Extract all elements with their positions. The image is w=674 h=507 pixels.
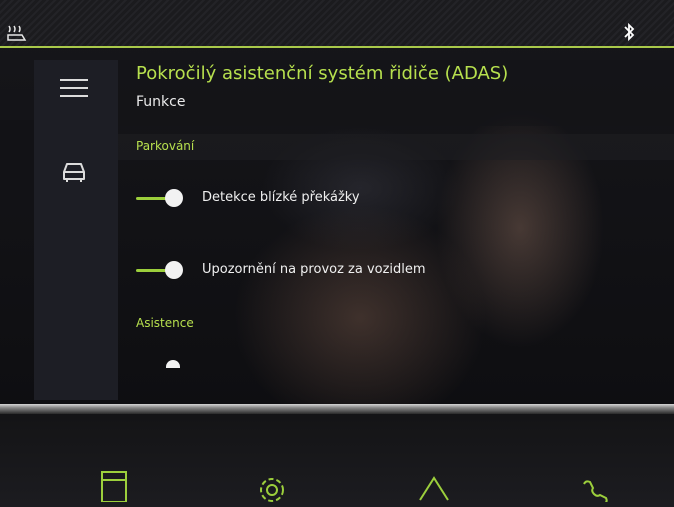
car-icon[interactable] [60, 158, 88, 184]
section-header-bar [118, 134, 674, 160]
media-icon[interactable] [98, 466, 134, 503]
seat-heat-icon[interactable] [6, 24, 28, 42]
side-navigation [34, 60, 118, 400]
status-bar [0, 0, 674, 48]
screen-bezel [0, 404, 674, 414]
toggle-obstacle-detection[interactable] [136, 188, 186, 208]
toggle-knob [165, 189, 183, 207]
adas-settings-screen: Pokročilý asistenční systém řidiče (ADAS… [0, 0, 674, 410]
toggle-knob-partial[interactable] [166, 360, 180, 368]
page-title: Pokročilý asistenční systém řidiče (ADAS… [136, 63, 509, 84]
navigation-icon[interactable] [416, 466, 452, 502]
section-label-assistance: Asistence [136, 316, 194, 330]
phone-icon[interactable] [578, 466, 614, 505]
infotainment-display: Pokročilý asistenční systém řidiče (ADAS… [0, 0, 674, 507]
side-edge-panel [0, 120, 34, 210]
setting-label-rear-cross-traffic[interactable]: Upozornění na provoz za vozidlem [202, 262, 426, 277]
section-label-parking: Parkování [136, 139, 195, 153]
page-subtitle: Funkce [136, 94, 186, 110]
bluetooth-icon [622, 22, 636, 42]
setting-label-obstacle-detection[interactable]: Detekce blízké překážky [202, 190, 360, 205]
toggle-knob [165, 261, 183, 279]
menu-icon[interactable] [60, 76, 88, 100]
settings-gear-icon[interactable] [254, 466, 290, 502]
toggle-rear-cross-traffic[interactable] [136, 260, 186, 280]
